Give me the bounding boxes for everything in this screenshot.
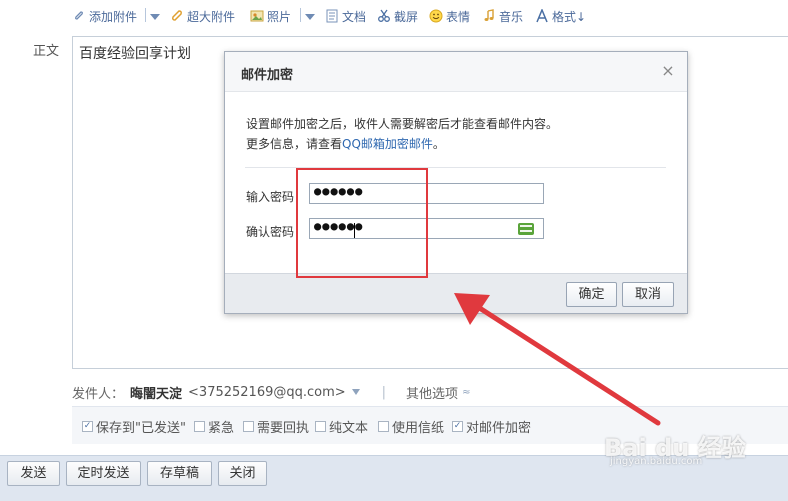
sender-email: <375252169@qq.com>	[188, 384, 346, 400]
emoji-label: 表情	[446, 9, 471, 24]
sender-name: 晦闇天淀	[130, 386, 183, 402]
format-button[interactable]: 格式↓	[535, 7, 586, 25]
option-label: 纯文本	[329, 420, 369, 436]
option-label: 保存到"已发送"	[96, 420, 186, 436]
font-format-icon	[536, 9, 548, 23]
document-label: 文档	[342, 9, 367, 24]
toolbar-divider	[300, 8, 301, 22]
dialog-description: 设置邮件加密之后，收件人需要解密后才能查看邮件内容。	[246, 117, 559, 131]
option-label: 使用信纸	[392, 420, 445, 436]
more-info-suffix: 。	[432, 137, 445, 151]
more-info-prefix: 更多信息，请查看	[246, 137, 343, 151]
checkbox-icon[interactable]	[243, 420, 254, 432]
annotation-arrow-icon	[454, 293, 661, 426]
option-stationery[interactable]: 使用信纸	[378, 419, 445, 436]
document-icon	[326, 9, 338, 23]
checkbox-icon[interactable]	[194, 420, 205, 432]
baidu-jingyan-watermark: Bai du 经验 jingyan.baidu.com	[600, 428, 760, 472]
option-save-to-sent[interactable]: ✓ 保存到"已发送"	[82, 419, 186, 436]
send-button[interactable]: 发送	[7, 461, 60, 486]
body-label: 正文	[33, 44, 60, 59]
watermark-url: jingyan.baidu.com	[610, 456, 703, 467]
checkbox-checked-icon[interactable]: ✓	[82, 420, 93, 432]
sender-row: 发件人： 晦闇天淀 <375252169@qq.com> | 其他选项 ≈	[72, 384, 470, 402]
editor-toolbar: 添加附件 超大附件 照片 文档 截屏 表情 音乐 格式↓	[0, 0, 788, 32]
sender-label: 发件人：	[72, 386, 125, 402]
dialog-more-info: 更多信息，请查看QQ邮箱加密邮件。	[246, 135, 445, 152]
sender-separator: |	[381, 384, 387, 400]
format-label: 格式↓	[552, 9, 587, 24]
large-attachment-label: 超大附件	[187, 9, 236, 24]
photo-label: 照片	[267, 9, 292, 24]
save-draft-button[interactable]: 存草稿	[147, 461, 212, 486]
annotation-highlight-box	[296, 168, 428, 278]
option-read-receipt[interactable]: 需要回执	[243, 419, 310, 436]
add-attachment-button[interactable]: 添加附件	[72, 7, 137, 25]
music-note-icon	[484, 9, 494, 21]
dialog-header: 邮件加密 ×	[225, 52, 687, 92]
close-button[interactable]: 关闭	[218, 461, 267, 486]
music-button[interactable]: 音乐	[482, 7, 523, 25]
dialog-title: 邮件加密	[241, 68, 294, 83]
option-plain-text[interactable]: 纯文本	[315, 419, 369, 436]
attachment-dropdown-icon[interactable]	[150, 14, 160, 20]
music-label: 音乐	[499, 9, 524, 24]
option-label: 紧急	[208, 420, 235, 436]
document-button[interactable]: 文档	[325, 7, 366, 25]
screenshot-label: 截屏	[394, 9, 419, 24]
paperclip-icon	[75, 11, 83, 20]
large-attachment-button[interactable]: 超大附件	[170, 7, 235, 25]
checkbox-icon[interactable]	[378, 420, 389, 432]
scissors-icon	[378, 9, 390, 22]
message-body-text: 百度经验回享计划	[79, 46, 191, 62]
screenshot-button[interactable]: 截屏	[377, 7, 418, 25]
add-attachment-label: 添加附件	[89, 9, 138, 24]
large-attachment-icon	[172, 10, 182, 21]
mail-encryption-dialog: 邮件加密 × 设置邮件加密之后，收件人需要解密后才能查看邮件内容。 更多信息，请…	[224, 51, 688, 314]
checkbox-icon[interactable]	[315, 420, 326, 432]
keyboard-icon[interactable]	[518, 223, 534, 235]
photo-dropdown-icon[interactable]	[305, 14, 315, 20]
option-urgent[interactable]: 紧急	[194, 419, 235, 436]
emoji-button[interactable]: 表情	[429, 7, 470, 25]
sender-dropdown-icon[interactable]	[351, 389, 360, 395]
encrypted-mail-help-link[interactable]: QQ邮箱加密邮件	[342, 137, 433, 151]
close-icon[interactable]: ×	[660, 63, 676, 79]
option-label: 需要回执	[257, 420, 310, 436]
photo-button[interactable]: 照片	[250, 7, 291, 25]
toolbar-divider	[145, 8, 146, 22]
smiley-icon	[429, 9, 443, 23]
photo-icon	[250, 10, 264, 22]
timed-send-button[interactable]: 定时发送	[66, 461, 141, 486]
